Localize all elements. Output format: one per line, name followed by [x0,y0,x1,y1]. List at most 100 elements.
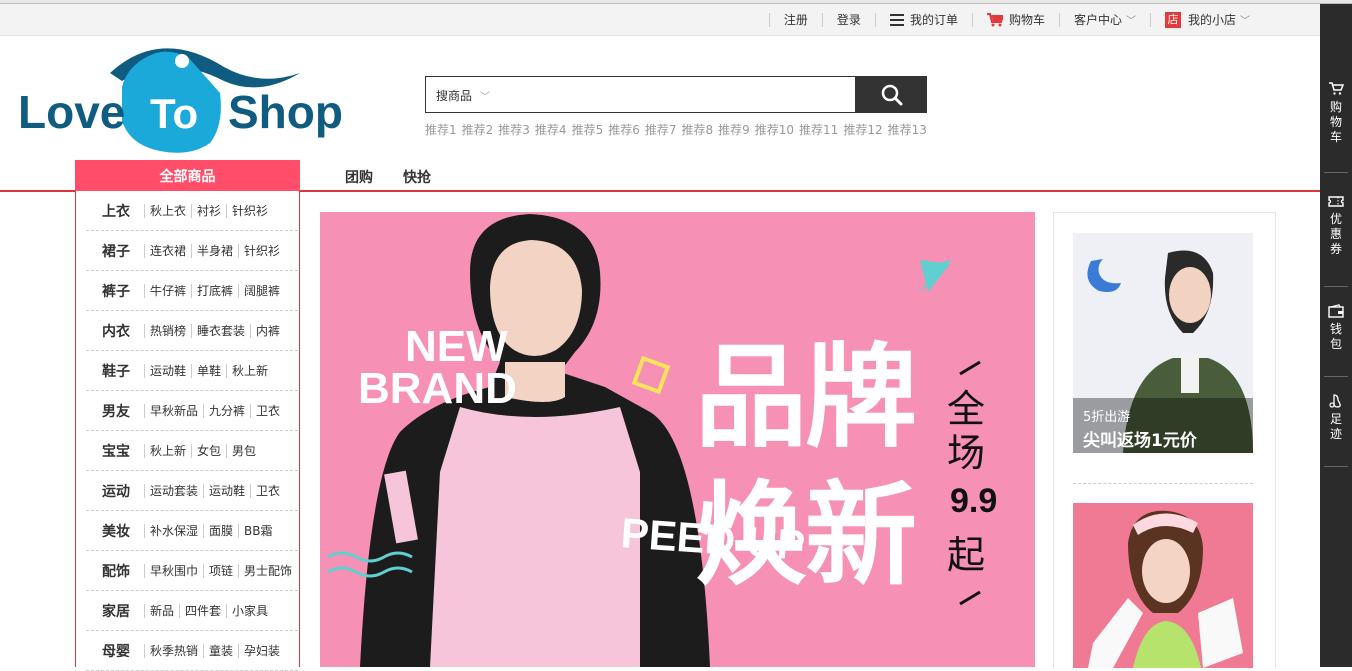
register-link[interactable]: 注册 [770,4,822,35]
hot-word-link[interactable]: 推荐8 [681,121,713,138]
hot-word-link[interactable]: 推荐12 [843,121,882,138]
hot-word-link[interactable]: 推荐3 [498,121,530,138]
subcategory-link[interactable]: 秋季热销 [144,643,203,658]
toolbar-cart-label: 购物车 [1330,100,1343,144]
hot-word-link[interactable]: 推荐5 [572,121,604,138]
my-orders-label: 我的订单 [909,13,958,27]
subcategory-link[interactable]: 童装 [203,643,238,658]
square-decoration [631,355,671,395]
chevron-down-icon: ﹀ [1240,16,1250,27]
logo-text-to: To [150,90,198,137]
nav-link-group-buy[interactable]: 团购 [345,167,373,187]
subcategory-link[interactable]: 秋上新 [144,443,191,458]
subcategory-link[interactable]: 男包 [226,443,261,458]
toolbar-cart[interactable]: 购物车 [1320,82,1352,145]
hot-word-link[interactable]: 推荐11 [799,121,838,138]
subcategory-link[interactable]: 秋上新 [226,363,273,378]
subcategory-link[interactable]: 早秋围巾 [144,563,203,578]
subcategory-link[interactable]: 连衣裙 [144,243,191,258]
my-shop-link[interactable]: 店 我的小店 ﹀ [1151,4,1264,35]
subcategory-link[interactable]: 针织衫 [238,243,285,258]
all-categories-button[interactable]: 全部商品 [75,160,300,191]
shop-icon: 店 [1164,11,1181,28]
toolbar-wallet[interactable]: 钱包 [1320,304,1352,352]
category-name[interactable]: 运动 [102,481,144,501]
subcategory-link[interactable]: 项链 [203,563,238,578]
subcategory-link[interactable]: 四件套 [179,603,226,618]
promo-subtitle: 5折出游 [1083,410,1131,425]
category-name[interactable]: 裤子 [102,281,144,301]
hero-banner[interactable]: PEED UP NEW BRAND 品牌 焕新 全 场 9.9 起 [320,212,1035,667]
promo-card[interactable] [1073,503,1253,668]
category-row: 鞋子 运动鞋 单鞋 秋上新 [86,351,298,391]
search-button[interactable] [856,76,927,113]
hot-word-link[interactable]: 推荐13 [888,121,927,138]
category-name[interactable]: 裙子 [102,241,144,261]
toolbar-footprint[interactable]: 足迹 [1320,394,1352,442]
subcategory-link[interactable]: BB霜 [238,523,277,538]
category-name[interactable]: 母婴 [102,641,144,661]
subcategory-link[interactable]: 衬衫 [191,203,226,218]
subcategory-link[interactable]: 单鞋 [191,363,226,378]
subcategory-link[interactable]: 秋上衣 [144,203,191,218]
category-name[interactable]: 家居 [102,601,144,621]
category-row: 内衣 热销榜 睡衣套装 内裤 [86,311,298,351]
subcategory-link[interactable]: 半身裙 [191,243,238,258]
subcategory-link[interactable]: 打底裤 [191,283,238,298]
cart-link[interactable]: 购物车 [973,4,1059,35]
subcategory-link[interactable]: 牛仔裤 [144,283,191,298]
divider [1324,286,1348,287]
subcategory-link[interactable]: 男士配饰 [238,563,297,578]
divider [1324,172,1348,173]
banner-price: 9.9 [950,482,998,520]
subcategory-link[interactable]: 早秋新品 [144,403,203,418]
hot-word-link[interactable]: 推荐1 [425,121,457,138]
logo-text-love: Love [18,86,125,138]
category-name[interactable]: 美妆 [102,521,144,541]
hot-word-link[interactable]: 推荐10 [755,121,794,138]
subcategory-link[interactable]: 针织衫 [226,203,273,218]
category-name[interactable]: 上衣 [102,201,144,221]
subcategory-link[interactable]: 女包 [191,443,226,458]
subcategory-link[interactable]: 补水保湿 [144,523,203,538]
customer-center-link[interactable]: 客户中心 ﹀ [1060,4,1150,35]
category-name[interactable]: 内衣 [102,321,144,341]
subcategory-link[interactable]: 卫衣 [250,483,285,498]
hot-word-link[interactable]: 推荐9 [718,121,750,138]
subcategory-link[interactable]: 卫衣 [250,403,285,418]
subcategory-link[interactable]: 小家具 [226,603,273,618]
subcategory-link[interactable]: 运动鞋 [144,363,191,378]
nav-link-flash-sale[interactable]: 快抢 [403,167,431,187]
subcategory-link[interactable]: 新品 [144,603,179,618]
category-name[interactable]: 鞋子 [102,361,144,381]
wallet-icon [1328,304,1344,318]
divider [1324,376,1348,377]
toolbar-coupon[interactable]: 优惠券 [1320,194,1352,257]
promo-card[interactable]: 5折出游 尖叫返场1元价 [1073,233,1253,453]
subcategory-link[interactable]: 运动套装 [144,483,203,498]
subcategory-link[interactable]: 内裤 [250,323,285,338]
hot-word-link[interactable]: 推荐2 [462,121,494,138]
subcategory-link[interactable]: 九分裤 [203,403,250,418]
chevron-down-icon: ﹀ [479,92,490,103]
subcategory-link[interactable]: 睡衣套装 [191,323,250,338]
search-category-dropdown[interactable]: 搜商品 ﹀ [436,87,490,104]
hot-word-link[interactable]: 推荐6 [608,121,640,138]
subcategory-link[interactable]: 面膜 [203,523,238,538]
login-link[interactable]: 登录 [823,4,875,35]
subcategory-link[interactable]: 运动鞋 [203,483,250,498]
site-logo[interactable]: Love To Shop [10,35,352,155]
subcategory-link[interactable]: 热销榜 [144,323,191,338]
subcategory-link[interactable]: 阔腿裤 [238,283,285,298]
my-orders-link[interactable]: 我的订单 [876,4,972,35]
hot-word-link[interactable]: 推荐4 [535,121,567,138]
divider [1073,483,1253,484]
category-name[interactable]: 男友 [102,401,144,421]
category-name[interactable]: 配饰 [102,561,144,581]
promo-image [1088,510,1243,668]
hot-word-link[interactable]: 推荐7 [645,121,677,138]
cart-label: 购物车 [1008,13,1045,27]
subcategory-link[interactable]: 孕妇装 [238,643,285,658]
search-input[interactable] [498,81,852,110]
category-name[interactable]: 宝宝 [102,441,144,461]
